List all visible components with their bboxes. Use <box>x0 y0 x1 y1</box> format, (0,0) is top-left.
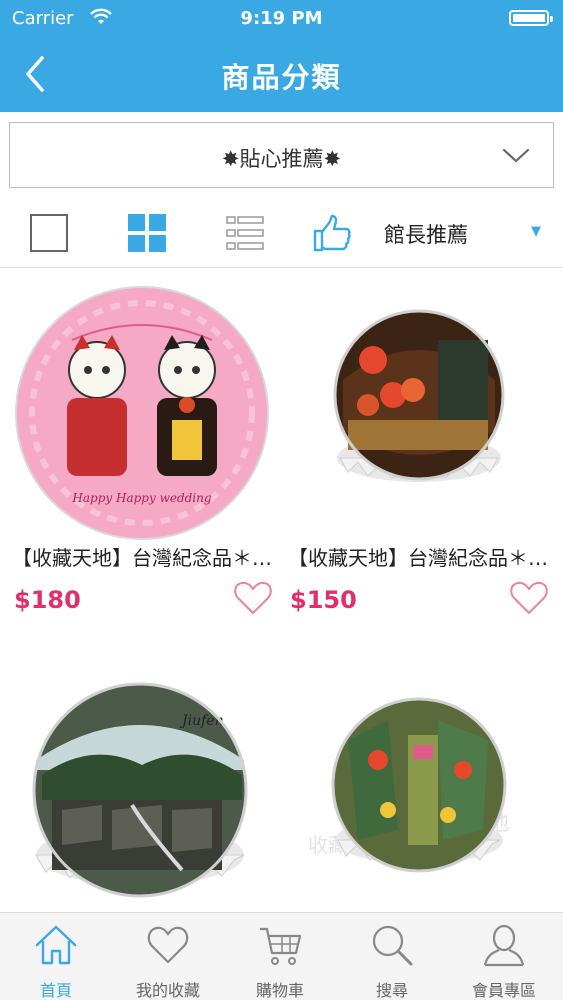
status-time: 9:19 PM <box>240 8 323 29</box>
top-bar: Carrier 9:19 PM 商品分類 <box>0 0 563 112</box>
product-image[interactable]: 收藏天地 Jiufen <box>12 680 274 942</box>
svg-text:Happy Happy wedding: Happy Happy wedding <box>71 491 211 505</box>
chevron-down-icon <box>502 148 530 163</box>
tab-label: 購物車 <box>255 981 304 1000</box>
sort-dropdown-arrow[interactable]: ▼ <box>531 224 541 239</box>
list-view-icon[interactable] <box>225 213 265 253</box>
product-name[interactable]: 【收藏天地】台灣紀念品＊神奇的陶瓷吸水杯墊-... <box>12 544 274 572</box>
product-card[interactable]: Happy Happy wedding 【收藏天地】台灣紀念品＊神奇的陶瓷吸水杯… <box>12 280 274 622</box>
category-selected-label: ✸貼心推薦✸ <box>221 147 342 171</box>
tab-label: 首頁 <box>39 981 72 1000</box>
cart-icon <box>260 927 302 965</box>
tab-label: 搜尋 <box>375 981 408 1000</box>
home-icon <box>35 925 77 965</box>
product-name[interactable]: 【收藏天地】台灣紀念品＊開瓶器冰箱貼-九份街... <box>288 544 550 572</box>
product-price: $150 <box>290 586 357 614</box>
heart-icon <box>147 926 189 964</box>
product-price: $180 <box>14 586 81 614</box>
sort-label[interactable]: 館長推薦 <box>384 219 468 249</box>
heart-icon[interactable] <box>232 578 274 618</box>
search-icon <box>372 925 413 966</box>
tab-member[interactable]: 會員專區 <box>448 913 560 1000</box>
thumbs-up-icon[interactable] <box>312 213 352 253</box>
product-card[interactable]: 地 收藏天地 <box>288 680 550 944</box>
battery-icon <box>509 10 553 26</box>
tab-cart[interactable]: 購物車 <box>224 913 336 1000</box>
product-card[interactable]: 收藏天地 【收藏天地】台灣紀念品＊開瓶器冰箱貼-九份街... $150 <box>288 280 550 622</box>
user-icon <box>483 924 525 967</box>
tab-bar: 首頁 我的收藏 購物車 搜尋 會員專區 <box>0 912 563 1000</box>
single-view-icon[interactable] <box>29 213 69 253</box>
product-image[interactable]: 收藏天地 <box>288 280 550 542</box>
product-card[interactable]: 收藏天地 Jiufen <box>12 680 274 944</box>
tab-label: 我的收藏 <box>135 981 200 1000</box>
view-toolbar: 館長推薦 ▼ <box>0 198 563 268</box>
tab-home[interactable]: 首頁 <box>0 913 112 1000</box>
product-image[interactable]: Happy Happy wedding <box>12 280 274 542</box>
tab-search[interactable]: 搜尋 <box>336 913 448 1000</box>
grid-view-icon[interactable] <box>127 213 167 253</box>
heart-icon[interactable] <box>508 578 550 618</box>
page-title: 商品分類 <box>221 61 342 94</box>
product-image[interactable]: 地 收藏天地 <box>288 680 550 942</box>
tab-label: 會員專區 <box>471 981 536 1000</box>
category-dropdown[interactable]: ✸貼心推薦✸ <box>9 122 554 188</box>
status-bar: Carrier 9:19 PM <box>0 0 563 36</box>
tab-favorites[interactable]: 我的收藏 <box>112 913 224 1000</box>
